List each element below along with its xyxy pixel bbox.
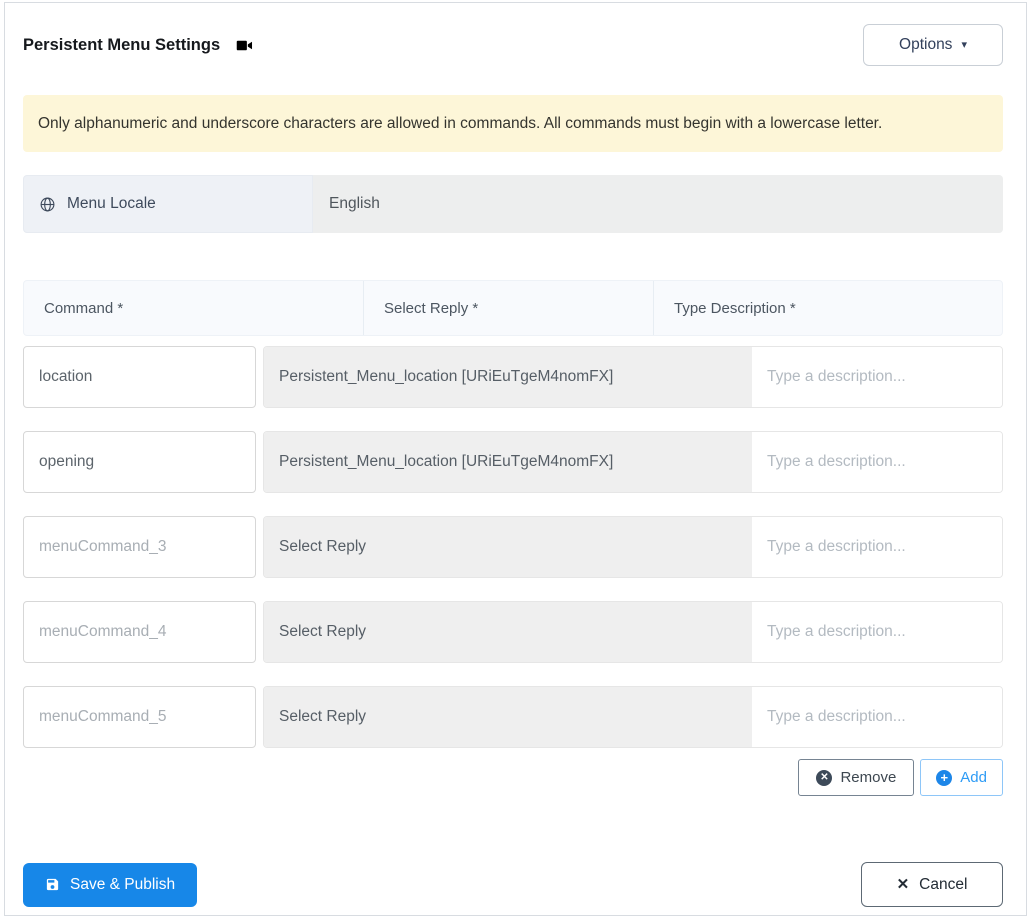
circle-plus-icon: + bbox=[936, 769, 953, 786]
table-row: Persistent_Menu_location [URiEuTgeM4nomF… bbox=[23, 431, 1003, 493]
panel-footer: Save & Publish ✕ Cancel bbox=[23, 862, 1003, 907]
description-input[interactable] bbox=[752, 347, 1002, 407]
cancel-button-label: Cancel bbox=[919, 875, 968, 893]
description-input[interactable] bbox=[752, 687, 1002, 747]
description-input[interactable] bbox=[752, 517, 1002, 577]
reply-group: Select Reply bbox=[263, 516, 1003, 578]
save-publish-label: Save & Publish bbox=[70, 875, 176, 893]
reply-select[interactable]: Persistent_Menu_location [URiEuTgeM4nomF… bbox=[264, 432, 752, 492]
globe-icon bbox=[40, 197, 55, 211]
command-rules-text: Only alphanumeric and underscore charact… bbox=[38, 114, 883, 132]
x-icon: ✕ bbox=[896, 876, 910, 893]
table-row: Select Reply bbox=[23, 516, 1003, 578]
video-camera-icon[interactable] bbox=[235, 36, 254, 55]
command-input[interactable] bbox=[23, 431, 256, 493]
table-row: Select Reply bbox=[23, 601, 1003, 663]
command-input[interactable] bbox=[23, 346, 256, 408]
table-header-row: Command * Select Reply * Type Descriptio… bbox=[23, 280, 1003, 336]
command-input[interactable] bbox=[23, 516, 256, 578]
menu-locale-label-text: Menu Locale bbox=[67, 195, 156, 212]
reply-select[interactable]: Select Reply bbox=[264, 687, 752, 747]
reply-group: Select Reply bbox=[263, 686, 1003, 748]
command-input[interactable] bbox=[23, 601, 256, 663]
options-button[interactable]: Options ▾ bbox=[863, 24, 1003, 66]
reply-select[interactable]: Select Reply bbox=[264, 602, 752, 662]
add-row-button[interactable]: + Add bbox=[920, 759, 1003, 796]
save-publish-button[interactable]: Save & Publish bbox=[23, 862, 198, 907]
menu-locale-group: Menu Locale English bbox=[23, 175, 1003, 233]
reply-group: Persistent_Menu_location [URiEuTgeM4nomF… bbox=[263, 346, 1003, 408]
title-wrap: Persistent Menu Settings bbox=[23, 36, 254, 55]
command-input[interactable] bbox=[23, 686, 256, 748]
add-button-label: Add bbox=[960, 769, 987, 786]
description-input[interactable] bbox=[752, 432, 1002, 492]
menu-locale-label: Menu Locale bbox=[23, 175, 313, 233]
menu-locale-value: English bbox=[313, 175, 1003, 233]
cancel-button[interactable]: ✕ Cancel bbox=[861, 862, 1003, 907]
panel-header: Persistent Menu Settings Options ▾ bbox=[23, 3, 1003, 68]
reply-group: Select Reply bbox=[263, 601, 1003, 663]
remove-button-label: Remove bbox=[840, 769, 897, 786]
reply-select[interactable]: Select Reply bbox=[264, 517, 752, 577]
column-header-select-reply: Select Reply * bbox=[363, 281, 653, 335]
options-button-label: Options bbox=[899, 36, 953, 53]
page-title: Persistent Menu Settings bbox=[23, 35, 221, 54]
remove-row-button[interactable]: ✕ Remove bbox=[798, 759, 915, 796]
command-rules-banner: Only alphanumeric and underscore charact… bbox=[23, 95, 1003, 152]
circle-x-icon: ✕ bbox=[816, 769, 833, 786]
menu-locale-value-text: English bbox=[329, 195, 380, 212]
table-row: Select Reply bbox=[23, 686, 1003, 748]
column-header-type-description: Type Description * bbox=[653, 281, 1002, 335]
description-input[interactable] bbox=[752, 602, 1002, 662]
row-actions: ✕ Remove + Add bbox=[23, 759, 1003, 796]
reply-group: Persistent_Menu_location [URiEuTgeM4nomF… bbox=[263, 431, 1003, 493]
chevron-down-icon: ▾ bbox=[961, 38, 967, 51]
table-row: Persistent_Menu_location [URiEuTgeM4nomF… bbox=[23, 346, 1003, 408]
reply-select[interactable]: Persistent_Menu_location [URiEuTgeM4nomF… bbox=[264, 347, 752, 407]
persistent-menu-settings-panel: Persistent Menu Settings Options ▾ Only … bbox=[4, 2, 1027, 916]
save-icon bbox=[46, 878, 59, 891]
column-header-command: Command * bbox=[44, 299, 124, 317]
